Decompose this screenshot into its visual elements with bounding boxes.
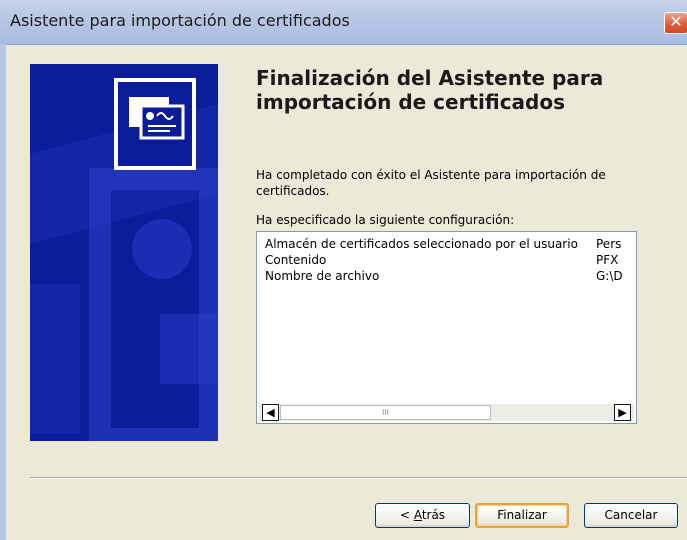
finish-button[interactable]: Finalizar: [475, 503, 569, 528]
separator-line: [30, 477, 687, 479]
horizontal-scrollbar[interactable]: ◀ III ▶: [259, 404, 634, 421]
close-button[interactable]: ✕: [664, 12, 687, 34]
certificate-icon: [114, 78, 196, 170]
setting-value: PFX: [596, 253, 619, 267]
wizard-watermark-image: [30, 64, 218, 441]
cancel-label: Cancelar: [604, 508, 658, 522]
setting-value: G:\D: [596, 269, 623, 283]
chevron-left-icon: ◀: [266, 406, 275, 419]
wizard-window: Asistente para importación de certificad…: [0, 0, 687, 540]
list-item[interactable]: Contenido PFX: [265, 252, 618, 268]
setting-value: Pers: [596, 237, 622, 251]
back-label-prefix: <: [399, 508, 414, 522]
grip-icon: III: [381, 408, 390, 417]
setting-name: Contenido: [265, 253, 327, 267]
cancel-button[interactable]: Cancelar: [584, 503, 678, 528]
completion-message: Ha completado con éxito el Asistente par…: [256, 168, 606, 198]
list-item[interactable]: Nombre de archivo G:\D: [265, 268, 623, 284]
back-label-mnemonic: A: [413, 508, 422, 522]
finish-label: Finalizar: [497, 508, 547, 522]
list-item[interactable]: Almacén de certificados seleccionado por…: [265, 236, 621, 252]
back-button[interactable]: < Atrás: [375, 503, 470, 528]
window-title: Asistente para importación de certificad…: [10, 11, 350, 30]
settings-listbox[interactable]: Almacén de certificados seleccionado por…: [256, 231, 637, 424]
close-icon: ✕: [669, 12, 683, 31]
scrollbar-thumb[interactable]: III: [280, 405, 491, 420]
scroll-right-button[interactable]: ▶: [614, 404, 631, 421]
setting-name: Nombre de archivo: [265, 269, 380, 283]
back-label-rest: trás: [421, 508, 446, 522]
title-bar[interactable]: Asistente para importación de certificad…: [0, 0, 687, 45]
chevron-right-icon: ▶: [618, 406, 627, 419]
setting-name: Almacén de certificados seleccionado por…: [265, 237, 578, 251]
config-label: Ha especificado la siguiente configuraci…: [256, 213, 515, 227]
wizard-heading: Finalización del Asistente para importac…: [256, 66, 604, 114]
window-frame-left: [0, 44, 6, 540]
scroll-left-button[interactable]: ◀: [262, 404, 279, 421]
